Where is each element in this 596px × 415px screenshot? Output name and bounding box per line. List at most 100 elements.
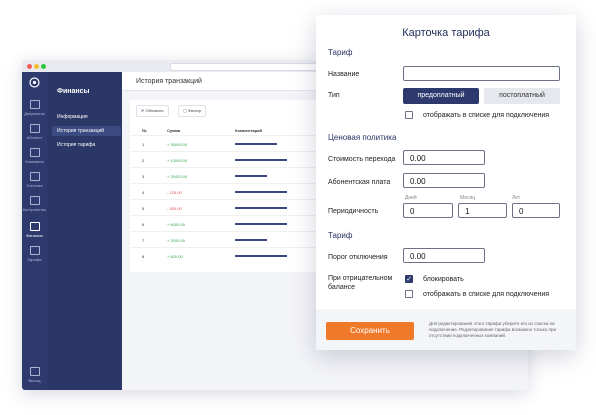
row-number: 6 xyxy=(142,222,145,227)
negative-balance-label-line2: балансе xyxy=(328,284,355,291)
documents-icon xyxy=(29,100,40,109)
row-amount: + 620.00 xyxy=(167,254,183,259)
comment-placeholder xyxy=(235,143,277,145)
rail-label: Документы xyxy=(24,111,45,116)
days-input[interactable]: 0 xyxy=(403,203,453,218)
block-checkbox[interactable]: ✓ xyxy=(405,275,413,283)
subscription-fee-label: Абонентская плата xyxy=(328,179,391,186)
row-number: 3 xyxy=(142,174,145,179)
block-label: блокировать xyxy=(423,276,464,283)
row-amount: - 125.00 xyxy=(167,190,182,195)
negative-balance-label-line1: При отрицательном xyxy=(328,275,393,282)
column-header-amount[interactable]: Сумма xyxy=(167,128,180,133)
row-amount: + 2000.00 xyxy=(167,238,185,243)
rail-documents[interactable]: Документы xyxy=(22,100,47,116)
comment-placeholder xyxy=(235,207,287,209)
comment-placeholder xyxy=(235,239,267,241)
transition-cost-input[interactable]: 0.00 xyxy=(403,150,485,165)
months-label: Месяц xyxy=(460,195,476,201)
subscription-fee-input[interactable]: 0.00 xyxy=(403,173,485,188)
lock-icon xyxy=(29,367,40,376)
page-title: История транзакций xyxy=(136,78,202,85)
show-in-list-2-checkbox[interactable] xyxy=(405,290,413,298)
box-icon xyxy=(29,172,40,181)
row-number: 4 xyxy=(142,190,145,195)
minimize-dot-icon[interactable] xyxy=(34,64,39,69)
section-price-heading: Ценовая политика xyxy=(328,133,397,142)
submenu-item-tariff-history[interactable]: История тарифа xyxy=(52,140,121,150)
disconnect-threshold-label: Порог отключения xyxy=(328,254,388,261)
name-label: Название xyxy=(328,71,360,78)
type-postpaid-button[interactable]: постоплатный xyxy=(484,88,560,104)
maximize-dot-icon[interactable] xyxy=(41,64,46,69)
rail-label: Финансы xyxy=(26,233,43,238)
dialog-title: Карточка тарифа xyxy=(402,27,490,39)
tariff-card-dialog: Карточка тарифа Тариф Название Тип предо… xyxy=(316,15,576,350)
section-title: Финансы xyxy=(57,88,90,95)
icon-rail: Документы Абонент Компания Система Контр… xyxy=(22,72,47,390)
section-tariff-2-heading: Тариф xyxy=(328,231,353,240)
refresh-icon: ⟳ xyxy=(141,108,145,113)
rail-subscriber[interactable]: Абонент xyxy=(22,124,47,140)
rail-contractors[interactable]: Контрагенты xyxy=(22,196,47,212)
row-amount: + 6000.00 xyxy=(167,222,185,227)
row-number: 5 xyxy=(142,206,145,211)
rail-label: Система xyxy=(26,183,43,188)
show-in-list-2-label: отображать в списке для подключения xyxy=(423,291,550,298)
section-tariff-heading: Тариф xyxy=(328,48,353,57)
row-amount: + 30000.00 xyxy=(167,142,188,147)
type-label: Тип xyxy=(328,92,340,99)
rail-logout[interactable]: Выход xyxy=(22,367,47,383)
disconnect-threshold-input[interactable]: 0.00 xyxy=(403,248,485,263)
column-header-number[interactable]: № xyxy=(142,128,146,133)
close-dot-icon[interactable] xyxy=(27,64,32,69)
wallet-icon xyxy=(29,222,40,231)
row-number: 8 xyxy=(142,254,145,259)
transition-cost-label: Стоимость перехода xyxy=(328,156,396,163)
rail-finance[interactable]: Финансы xyxy=(22,222,47,238)
row-amount: + 25420.00 xyxy=(167,174,188,179)
refresh-button[interactable]: ⟳ Обновить xyxy=(136,105,169,117)
row-amount: + 10000.00 xyxy=(167,158,188,163)
comment-placeholder xyxy=(235,255,287,257)
edit-note: Для редактирования этого тарифа уберите … xyxy=(429,321,557,338)
days-label: Дней xyxy=(405,195,417,201)
rail-label: Выход xyxy=(28,378,41,383)
bag-icon xyxy=(29,148,40,157)
comment-placeholder xyxy=(235,175,267,177)
rail-label: Абонент xyxy=(26,135,43,140)
rail-label: Контрагенты xyxy=(22,207,47,212)
comment-placeholder xyxy=(235,159,287,161)
rail-tariffs[interactable]: Тарифы xyxy=(22,246,47,262)
filter-label: Фильтр xyxy=(187,108,202,113)
periodicity-label: Периодичность xyxy=(328,208,379,215)
column-header-comment[interactable]: Комментарий xyxy=(235,128,262,133)
save-button[interactable]: Сохранить xyxy=(326,322,414,340)
filter-icon: ▢ xyxy=(183,108,187,113)
years-label: Лет xyxy=(512,195,521,201)
rail-label: Тарифы xyxy=(26,257,43,262)
finance-submenu: Финансы Информация История транзакций Ис… xyxy=(47,72,122,390)
row-amount: - 300.00 xyxy=(167,206,182,211)
show-in-list-checkbox[interactable] xyxy=(405,111,413,119)
submenu-item-info[interactable]: Информация xyxy=(52,112,121,122)
years-input[interactable]: 0 xyxy=(512,203,560,218)
type-prepaid-button[interactable]: предоплатный xyxy=(403,88,479,104)
row-number: 2 xyxy=(142,158,145,163)
filter-button[interactable]: ▢ Фильтр xyxy=(178,105,207,117)
rail-label: Компания xyxy=(25,159,44,164)
comment-placeholder xyxy=(235,223,287,225)
contract-icon xyxy=(29,196,40,205)
name-input[interactable] xyxy=(403,66,560,81)
tariff-icon xyxy=(29,246,40,255)
rail-company[interactable]: Компания xyxy=(22,148,47,164)
show-in-list-label: отображать в списке для подключения xyxy=(423,112,550,119)
comment-placeholder xyxy=(235,191,287,193)
row-number: 1 xyxy=(142,142,145,147)
check-icon: ✓ xyxy=(406,276,412,283)
rail-system[interactable]: Система xyxy=(22,172,47,188)
app-logo-icon xyxy=(29,77,40,88)
row-number: 7 xyxy=(142,238,145,243)
submenu-item-transactions[interactable]: История транзакций xyxy=(52,126,121,136)
months-input[interactable]: 1 xyxy=(458,203,507,218)
